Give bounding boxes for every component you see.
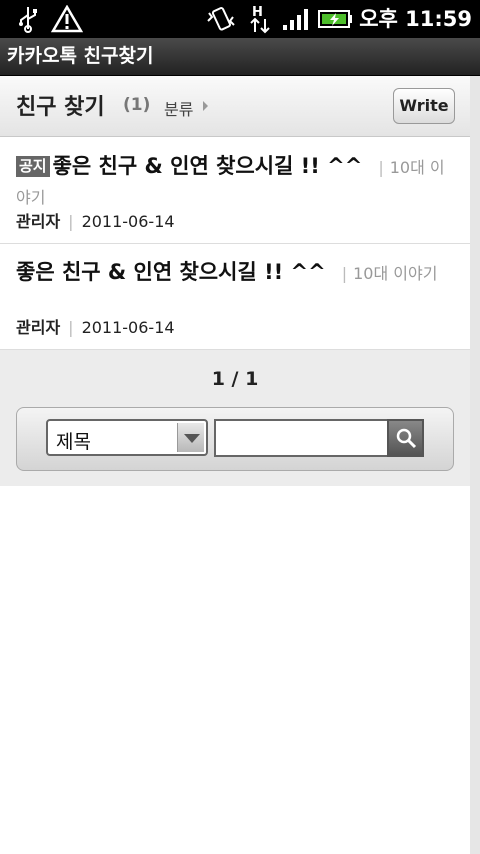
status-clock: 오후 11:59 xyxy=(359,7,472,31)
post-date: 2011-06-14 xyxy=(81,318,175,337)
vibrate-icon xyxy=(204,4,238,34)
signal-icon xyxy=(282,4,312,34)
scrollbar-track xyxy=(470,76,480,854)
chevron-down-icon[interactable] xyxy=(177,423,204,452)
post-board: 10대 이야기 xyxy=(353,264,438,283)
divider: | xyxy=(341,264,348,283)
search-button[interactable] xyxy=(387,419,424,457)
window-title: 카카오톡 친구찾기 xyxy=(7,45,154,67)
warning-icon xyxy=(50,4,84,34)
post-row[interactable]: 공지 좋은 친구 & 인연 찾으시길 !! ^^ | 10대 이야기 관리자 | 2011… xyxy=(0,138,470,244)
divider: | xyxy=(378,158,384,177)
usb-icon xyxy=(14,4,42,34)
post-author: 관리자 xyxy=(16,318,61,337)
window-title-bar: 카카오톡 친구찾기 xyxy=(0,38,480,76)
pagination: 1 / 1 xyxy=(211,368,259,390)
search-bar: 제목 xyxy=(16,407,454,471)
post-title-line[interactable]: 공지 좋은 친구 & 인연 찾으시길 !! ^^ | 10대 이야기 xyxy=(16,152,454,212)
search-field-select[interactable]: 제목 xyxy=(46,419,208,456)
hspa-data-icon: H xyxy=(248,4,272,34)
svg-text:H: H xyxy=(252,5,263,20)
post-date: 2011-06-14 xyxy=(81,212,175,231)
search-icon xyxy=(396,428,417,449)
post-row[interactable]: 좋은 친구 & 인연 찾으시길 !! ^^ | 10대 이야기 관리자 | 2011-0… xyxy=(0,244,470,350)
post-count: (1) xyxy=(123,95,151,115)
board-page: 친구 찾기 (1) 분류 Write 공지 좋은 친구 & 인연 찾으시길 !! … xyxy=(0,76,470,854)
notice-badge: 공지 xyxy=(16,156,50,177)
divider: | xyxy=(68,318,74,337)
divider: | xyxy=(68,212,74,231)
search-input[interactable] xyxy=(214,419,388,457)
post-title-line[interactable]: 좋은 친구 & 인연 찾으시길 !! ^^ | 10대 이야기 xyxy=(16,258,454,288)
post-title[interactable]: 좋은 친구 & 인연 찾으시길 !! ^^ xyxy=(53,154,363,178)
search-field-value[interactable]: 제목 xyxy=(56,427,91,454)
category-link[interactable]: 분류 xyxy=(164,96,193,120)
board-title: 친구 찾기 xyxy=(16,95,105,120)
post-title[interactable]: 좋은 친구 & 인연 찾으시길 !! ^^ xyxy=(16,260,326,284)
post-meta: 관리자 | 2011-06-14 xyxy=(16,314,175,338)
category-arrow-icon[interactable] xyxy=(203,101,208,111)
post-meta: 관리자 | 2011-06-14 xyxy=(16,208,175,232)
status-bar: H 오후 11:59 xyxy=(0,0,480,38)
board-header: 친구 찾기 (1) 분류 Write xyxy=(0,76,470,137)
battery-charging-icon xyxy=(318,4,354,34)
write-button[interactable]: Write xyxy=(393,88,455,124)
post-author: 관리자 xyxy=(16,212,61,231)
